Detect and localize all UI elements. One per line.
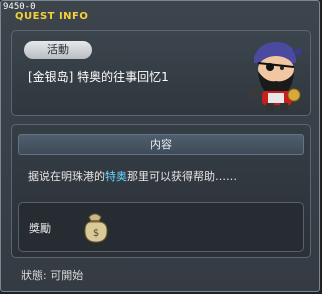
category-badge: 活動 bbox=[24, 41, 92, 59]
pirate-npc-icon bbox=[250, 41, 302, 111]
content-text-before: 据说在明珠港的 bbox=[28, 170, 105, 183]
svg-text:$: $ bbox=[93, 228, 99, 239]
content-header: 内容 bbox=[18, 134, 304, 155]
quest-summary-panel: 活動 [金银岛] 特奥的往事回忆1 bbox=[11, 30, 311, 116]
quest-info-window: 9450-0 QUEST INFO 活動 [金银岛] 特奥的往事回忆1 内容 据… bbox=[0, 0, 320, 292]
window-title: QUEST INFO bbox=[15, 11, 89, 22]
quest-name: [金银岛] 特奥的往事回忆1 bbox=[28, 70, 169, 84]
money-bag-icon[interactable]: $ bbox=[77, 209, 113, 245]
reward-label: 獎勵 bbox=[29, 222, 51, 235]
npc-name-link[interactable]: 特奥 bbox=[105, 170, 127, 183]
content-text: 据说在明珠港的特奥那里可以获得帮助…… bbox=[28, 168, 237, 184]
quest-content-panel: 内容 据说在明珠港的特奥那里可以获得帮助…… 獎勵 $ bbox=[11, 124, 311, 258]
content-text-after: 那里可以获得帮助…… bbox=[127, 170, 237, 183]
reward-box: 獎勵 $ bbox=[18, 202, 304, 252]
quest-status: 狀態: 可開始 bbox=[21, 269, 84, 282]
